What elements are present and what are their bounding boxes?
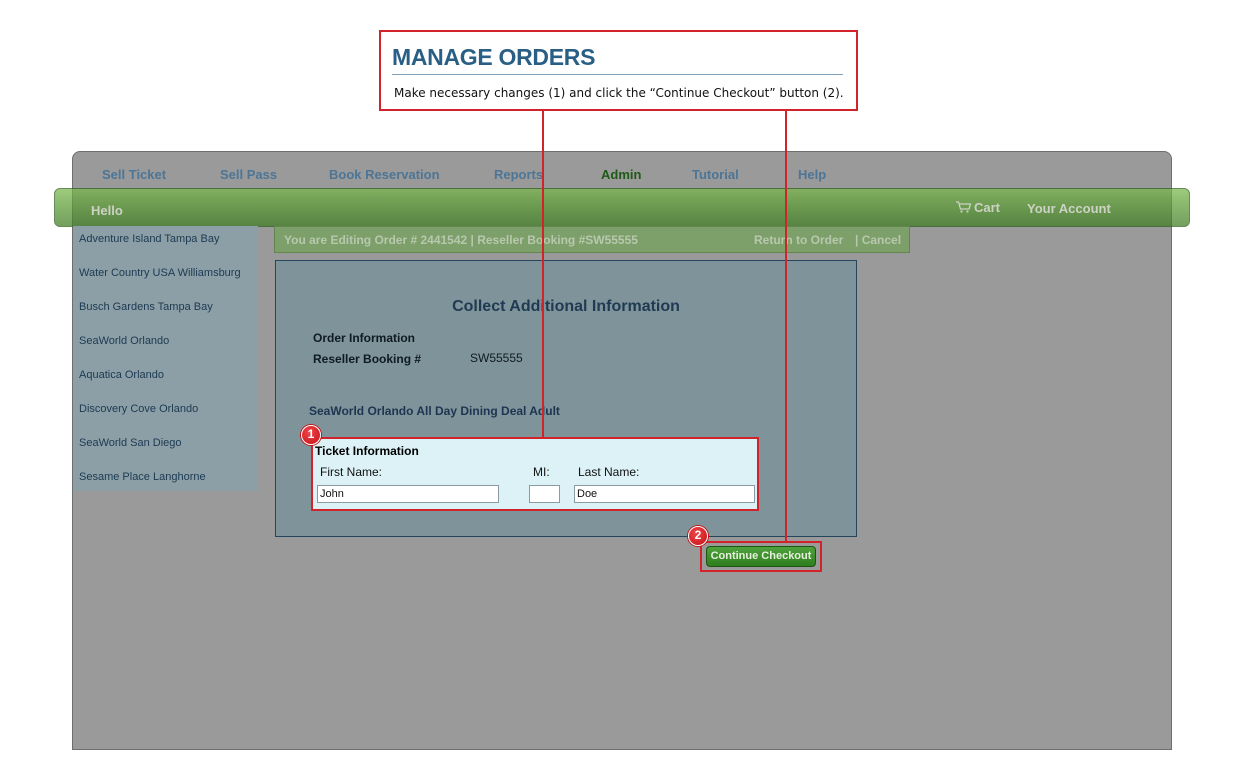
step-badge-2: 2: [688, 526, 708, 546]
nav-help[interactable]: Help: [798, 167, 826, 182]
callout-title: MANAGE ORDERS: [392, 44, 596, 70]
reseller-booking-label: Reseller Booking #: [313, 352, 422, 366]
cancel-link[interactable]: | Cancel: [855, 233, 901, 247]
first-name-field[interactable]: John: [317, 485, 499, 503]
instruction-callout: MANAGE ORDERS Make necessary changes (1)…: [379, 30, 858, 111]
mi-field[interactable]: [529, 485, 560, 503]
sidebar-item-seaworld-orlando[interactable]: SeaWorld Orlando: [79, 335, 169, 347]
top-navigation: Sell Ticket Sell Pass Book Reservation R…: [73, 152, 1171, 188]
callout-divider: [392, 74, 843, 75]
your-account-link[interactable]: Your Account: [1027, 201, 1111, 216]
reseller-booking-value: SW55555: [470, 351, 523, 365]
sidebar-item-busch-gardens[interactable]: Busch Gardens Tampa Bay: [79, 301, 213, 313]
sidebar-item-aquatica-orlando[interactable]: Aquatica Orlando: [79, 369, 164, 381]
nav-sell-ticket[interactable]: Sell Ticket: [102, 167, 166, 182]
panel-title: Collect Additional Information: [452, 298, 680, 315]
product-name: SeaWorld Orlando All Day Dining Deal Adu…: [309, 404, 560, 418]
park-sidebar: Adventure Island Tampa Bay Water Country…: [73, 226, 258, 491]
greeting: Hello: [91, 203, 123, 218]
connector-line-1: [542, 111, 544, 437]
ticket-information-box: Ticket Information First Name: MI: Last …: [311, 437, 759, 511]
ticket-information-title: Ticket Information: [315, 444, 419, 458]
first-name-label: First Name:: [320, 465, 383, 479]
header-bar: Hello Cart Your Account: [54, 188, 1190, 227]
continue-checkout-highlight: Continue Checkout: [700, 541, 822, 572]
nav-sell-pass[interactable]: Sell Pass: [220, 167, 277, 182]
order-information-label: Order Information: [313, 331, 416, 345]
step-badge-1: 1: [301, 425, 321, 445]
nav-admin[interactable]: Admin: [601, 167, 641, 182]
mi-label: MI:: [533, 465, 550, 479]
cart-link[interactable]: Cart: [955, 200, 1000, 215]
nav-book-reservation[interactable]: Book Reservation: [329, 167, 440, 182]
callout-instructions: Make necessary changes (1) and click the…: [394, 86, 844, 100]
last-name-label: Last Name:: [578, 465, 640, 479]
sidebar-item-sesame-place[interactable]: Sesame Place Langhorne: [79, 471, 206, 483]
sidebar-item-discovery-cove[interactable]: Discovery Cove Orlando: [79, 403, 198, 415]
sidebar-item-adventure-island[interactable]: Adventure Island Tampa Bay: [79, 233, 219, 245]
connector-line-2: [785, 111, 787, 541]
sidebar-item-water-country[interactable]: Water Country USA Williamsburg: [79, 267, 241, 279]
cart-label: Cart: [974, 200, 1001, 215]
nav-tutorial[interactable]: Tutorial: [692, 167, 739, 182]
cart-icon: [955, 200, 972, 215]
continue-checkout-button[interactable]: Continue Checkout: [706, 546, 816, 567]
last-name-field[interactable]: Doe: [574, 485, 755, 503]
editing-order-bar: You are Editing Order # 2441542 | Resell…: [274, 226, 910, 253]
return-to-order-link[interactable]: Return to Order: [754, 233, 843, 247]
nav-reports[interactable]: Reports: [494, 167, 543, 182]
editing-order-status: You are Editing Order # 2441542 | Resell…: [284, 233, 638, 247]
sidebar-item-seaworld-san-diego[interactable]: SeaWorld San Diego: [79, 437, 182, 449]
